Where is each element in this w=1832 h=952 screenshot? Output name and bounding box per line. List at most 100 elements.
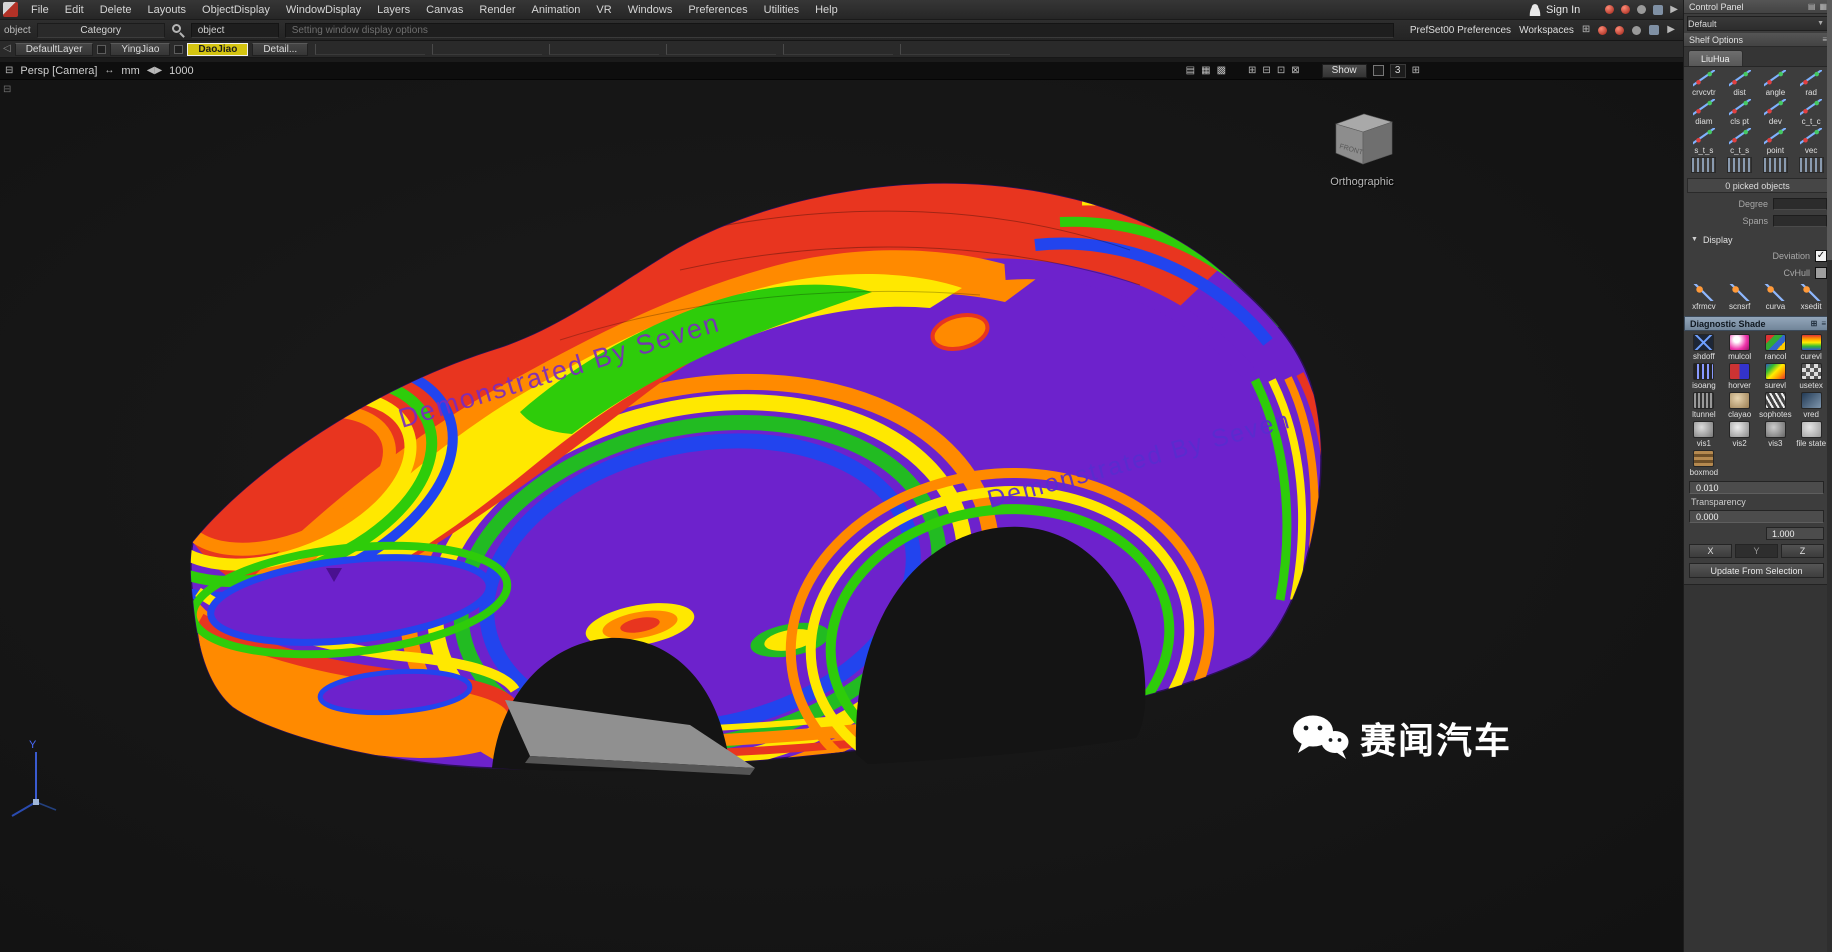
layer-checkbox2[interactable] <box>174 45 183 54</box>
tool-chip-icon[interactable] <box>1653 5 1663 15</box>
shader-vred[interactable]: vred <box>1793 392 1829 419</box>
tool-xfrmcv[interactable]: xfrmcv <box>1686 284 1722 311</box>
menu-objectdisplay[interactable]: ObjectDisplay <box>194 4 278 16</box>
shader-vis1[interactable]: vis1 <box>1686 421 1722 448</box>
tool-dist[interactable]: dist <box>1722 70 1758 97</box>
object-field[interactable]: object <box>191 23 279 38</box>
shader-ltunnel[interactable]: ltunnel <box>1686 392 1722 419</box>
layer-checkbox[interactable] <box>97 45 106 54</box>
shader-isoang[interactable]: isoang <box>1686 363 1722 390</box>
menu-utilities[interactable]: Utilities <box>756 4 807 16</box>
shader-surevl[interactable]: surevl <box>1758 363 1794 390</box>
tool-clspt[interactable]: cls pt <box>1722 99 1758 126</box>
layout-icon[interactable]: ⊞ <box>1412 66 1420 76</box>
tool-bar-1[interactable] <box>1686 157 1722 173</box>
tool-curva[interactable]: curva <box>1758 284 1794 311</box>
shader-curevl[interactable]: curevl <box>1793 334 1829 361</box>
view-icon-2[interactable]: ⊟ <box>1262 66 1270 76</box>
menu-windows[interactable]: Windows <box>620 4 681 16</box>
tolerance-field[interactable]: 0.010 <box>1689 481 1824 494</box>
menu-render[interactable]: Render <box>471 4 523 16</box>
tool-dot-icon[interactable] <box>1637 5 1646 14</box>
shader-filestate[interactable]: file state <box>1793 421 1829 448</box>
record-icon[interactable] <box>1605 5 1614 14</box>
layer-tab-detail[interactable]: Detail... <box>252 43 308 56</box>
layer-tab-daojiao[interactable]: DaoJiao <box>187 43 248 56</box>
show-button[interactable]: Show <box>1322 64 1367 78</box>
marker-red-icon[interactable] <box>1598 26 1607 35</box>
layers-back-icon[interactable]: ◁ <box>3 44 11 54</box>
expand-icon[interactable]: ▶ <box>1667 25 1675 35</box>
menu-file[interactable]: File <box>23 4 57 16</box>
layer-slot[interactable] <box>315 44 425 55</box>
spans-field[interactable] <box>1773 215 1827 227</box>
transparency-field[interactable]: 0.000 <box>1689 510 1824 523</box>
pane-icon-2[interactable]: ▦ <box>1201 66 1210 76</box>
menu-delete[interactable]: Delete <box>92 4 140 16</box>
tool-bar-2[interactable] <box>1722 157 1758 173</box>
panel-scrollbar[interactable] <box>1827 0 1832 952</box>
category-dropdown[interactable]: Category <box>37 23 165 38</box>
tool-xsedit[interactable]: xsedit <box>1793 284 1829 311</box>
shader-mulcol[interactable]: mulcol <box>1722 334 1758 361</box>
layer-slot[interactable] <box>432 44 542 55</box>
tool-bar-4[interactable] <box>1793 157 1829 173</box>
panel-window-icon[interactable]: ▤ <box>1808 2 1816 11</box>
deviation-checkbox[interactable]: ✓ <box>1815 250 1827 262</box>
cvhull-checkbox[interactable] <box>1815 267 1827 279</box>
camera-label[interactable]: Persp [Camera] <box>20 65 97 77</box>
tool-vec[interactable]: vec <box>1793 128 1829 155</box>
layer-tab-defaultlayer[interactable]: DefaultLayer <box>15 43 94 56</box>
tool-scnsrf[interactable]: scnsrf <box>1722 284 1758 311</box>
shader-boxmod[interactable]: boxmod <box>1686 450 1722 477</box>
menu-canvas[interactable]: Canvas <box>418 4 471 16</box>
shader-usetex[interactable]: usetex <box>1793 363 1829 390</box>
axis-x-button[interactable]: X <box>1689 544 1732 558</box>
layer-slot[interactable] <box>783 44 893 55</box>
tool-ctc[interactable]: c_t_c <box>1793 99 1829 126</box>
shelf-options-header[interactable]: Shelf Options ≡ <box>1684 33 1832 47</box>
view-cube[interactable]: FRONT <box>1326 108 1402 177</box>
sign-in-button[interactable]: Sign In <box>1529 4 1580 16</box>
layer-slot[interactable] <box>549 44 659 55</box>
shader-vis3[interactable]: vis3 <box>1758 421 1794 448</box>
car-3d-model[interactable]: Demonstrated By Seven Demonstrated By Se… <box>0 80 1683 952</box>
prefset-button[interactable]: PrefSet00 Preferences <box>1410 25 1511 36</box>
tool-sts[interactable]: s_t_s <box>1686 128 1722 155</box>
axis-z-button[interactable]: Z <box>1781 544 1824 558</box>
shader-rancol[interactable]: rancol <box>1758 334 1794 361</box>
workspaces-button[interactable]: Workspaces <box>1519 25 1574 36</box>
shader-shdoff[interactable]: shdoff <box>1686 334 1722 361</box>
shader-vis2[interactable]: vis2 <box>1722 421 1758 448</box>
diagnostic-shade-header[interactable]: Diagnostic Shade ⊞ ≡ <box>1684 316 1832 331</box>
menu-layers[interactable]: Layers <box>369 4 418 16</box>
scale-value[interactable]: 1000 <box>169 65 193 77</box>
app-logo-icon[interactable] <box>3 2 18 17</box>
panel-dock-icon[interactable]: ▦ <box>1819 2 1827 11</box>
marker-red2-icon[interactable] <box>1615 26 1624 35</box>
update-from-selection-button[interactable]: Update From Selection <box>1689 563 1824 578</box>
menu-vr[interactable]: VR <box>588 4 619 16</box>
layer-slot[interactable] <box>666 44 776 55</box>
layout-grid-icon[interactable]: ⊞ <box>1582 25 1590 35</box>
pane-icon-1[interactable]: ▤ <box>1186 66 1195 76</box>
menu-help[interactable]: Help <box>807 4 846 16</box>
tool-rad[interactable]: rad <box>1793 70 1829 97</box>
view-icon-3[interactable]: ⊡ <box>1277 66 1285 76</box>
diag-grid-icon[interactable]: ⊞ <box>1811 319 1818 328</box>
layer-tab-yingjiao[interactable]: YingJiao <box>110 43 170 56</box>
tool-point[interactable]: point <box>1758 128 1794 155</box>
preset-dropdown[interactable]: Default ▼ <box>1687 16 1829 31</box>
degree-field[interactable] <box>1773 198 1827 210</box>
marker-gray-icon[interactable] <box>1632 26 1641 35</box>
shelf-tab-liuhua[interactable]: LiuHua <box>1688 50 1743 66</box>
search-icon[interactable] <box>171 23 185 37</box>
tool-cts[interactable]: c_t_s <box>1722 128 1758 155</box>
menu-edit[interactable]: Edit <box>57 4 92 16</box>
diag-menu-icon[interactable]: ≡ <box>1821 319 1826 328</box>
display-options-field[interactable]: Setting window display options <box>285 23 1394 38</box>
record2-icon[interactable] <box>1621 5 1630 14</box>
view-icon-4[interactable]: ⊠ <box>1291 66 1299 76</box>
layer-slot[interactable] <box>900 44 1010 55</box>
tool-dev[interactable]: dev <box>1758 99 1794 126</box>
